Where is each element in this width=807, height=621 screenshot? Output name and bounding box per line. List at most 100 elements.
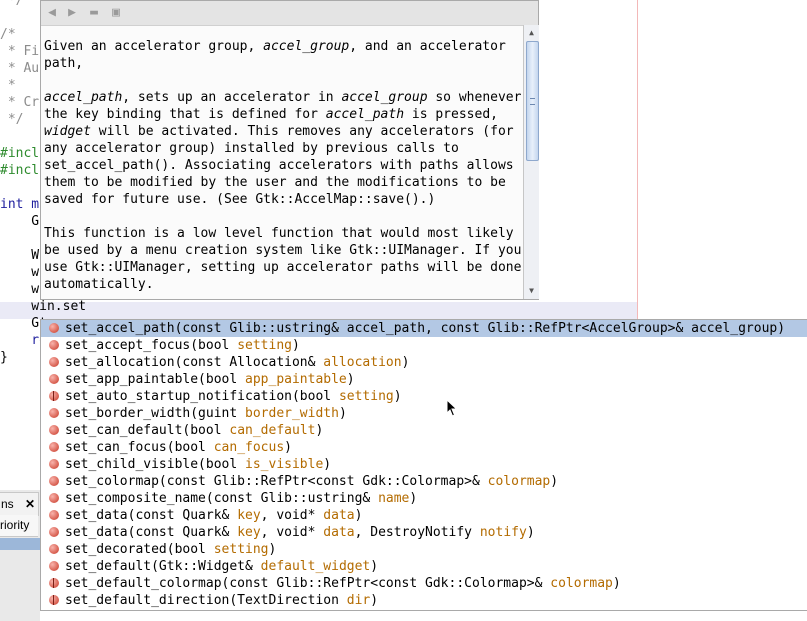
param-name: colormap [550, 576, 613, 591]
code-line: */ [0, 0, 24, 8]
method-icon [49, 357, 59, 367]
signature-text: set_default_colormap(const Glib::RefPtr<… [65, 576, 551, 591]
method-icon [49, 493, 59, 503]
param-name: is_visible [245, 457, 324, 472]
signature-text: ) [338, 406, 347, 421]
back-icon[interactable]: ◀ [44, 5, 60, 21]
method-icon [49, 374, 59, 384]
method-icon [49, 561, 59, 571]
copy-icon[interactable]: ▣ [108, 5, 124, 21]
completion-item[interactable]: set_default_colormap(const Glib::RefPtr<… [41, 575, 807, 592]
param-name: setting [213, 542, 269, 557]
completion-item[interactable]: set_colormap(const Glib::RefPtr<const Gd… [41, 473, 807, 490]
code-line: #incl [0, 146, 40, 161]
completion-item[interactable]: set_app_paintable(bool app_paintable) [41, 371, 807, 388]
method-icon [49, 442, 59, 452]
completion-signature: set_accept_focus(bool setting) [65, 337, 300, 354]
signature-text: ) [393, 389, 402, 404]
completion-item[interactable]: set_composite_name(const Glib::ustring& … [41, 490, 807, 507]
signature-text: set_default(Gtk::Widget& [65, 559, 261, 574]
signature-text: ) [323, 457, 332, 472]
forward-icon[interactable]: ▶ [64, 5, 80, 21]
code-line: } [0, 350, 8, 365]
completion-signature: set_app_paintable(bool app_paintable) [65, 371, 355, 388]
signature-text: set_allocation(const Allocation& [65, 355, 324, 370]
scroll-up-icon[interactable]: ▲ [524, 26, 539, 40]
completion-list[interactable]: set_accel_path(const Glib::ustring& acce… [40, 319, 807, 611]
code-line: */ [0, 112, 24, 127]
completion-signature: set_data(const Quark& key, void* data, D… [65, 524, 535, 541]
doc-toolbar: ◀ ▶ ▬ ▣ [41, 1, 538, 26]
completion-item[interactable]: set_border_width(guint border_width) [41, 405, 807, 422]
signature-text: ) [550, 474, 559, 489]
completion-signature: set_can_default(bool can_default) [65, 422, 323, 439]
doc-scrollbar[interactable]: ▲ ▼ [523, 25, 539, 299]
scroll-down-icon[interactable]: ▼ [524, 284, 539, 298]
signature-text: set_composite_name(const Glib::ustring& [65, 491, 379, 506]
column-header-priority[interactable]: riority [0, 515, 38, 537]
completion-item[interactable]: set_accept_focus(bool setting) [41, 337, 807, 354]
param-name: name [378, 491, 410, 506]
signature-text: ) [268, 542, 277, 557]
param-name: notify [479, 525, 527, 540]
signature-text: ) [409, 491, 418, 506]
signature-text: set_data(const Quark& [65, 525, 238, 540]
signature-text: , void* [260, 525, 324, 540]
signature-text: set_can_focus(bool [65, 440, 214, 455]
scroll-thumb[interactable] [526, 41, 539, 161]
grip-icon [530, 98, 535, 105]
param-name: allocation [323, 355, 402, 370]
panel-tab[interactable]: ns ✕ [0, 492, 39, 516]
param-name: can_focus [213, 440, 285, 455]
code-line: * Fi [0, 44, 40, 59]
signature-text: set_data(const Quark& [65, 508, 238, 523]
param-name: key [237, 508, 261, 523]
method-icon [49, 476, 59, 486]
param-name: default_widget [260, 559, 371, 574]
param-name: colormap [487, 474, 551, 489]
completion-signature: set_can_focus(bool can_focus) [65, 439, 292, 456]
completion-item[interactable]: set_decorated(bool setting) [41, 541, 807, 558]
close-icon[interactable]: ✕ [24, 493, 35, 515]
signature-text: set_auto_startup_notification(bool [65, 389, 339, 404]
signature-text: ) [315, 423, 324, 438]
completion-signature: set_border_width(guint border_width) [65, 405, 347, 422]
right-margin-line [637, 0, 638, 320]
completion-item[interactable]: set_accel_path(const Glib::ustring& acce… [41, 320, 807, 337]
signature-text: , void* [260, 508, 324, 523]
signature-text: ) [401, 355, 410, 370]
doc-paragraph-2: accel_path, sets up an accelerator in ac… [44, 90, 522, 207]
completion-item[interactable]: set_data(const Quark& key, void* data, D… [41, 524, 807, 541]
completion-signature: set_default_colormap(const Glib::RefPtr<… [65, 575, 621, 592]
completion-signature: set_data(const Quark& key, void* data) [65, 507, 362, 524]
method-icon [49, 340, 59, 350]
open-icon[interactable]: ▬ [86, 5, 102, 21]
method-icon [49, 323, 59, 333]
signature-text: ) [291, 338, 300, 353]
completion-item[interactable]: set_default_direction(TextDirection dir) [41, 592, 807, 609]
completion-item[interactable]: set_auto_startup_notification(bool setti… [41, 388, 807, 405]
param-name: data [323, 525, 355, 540]
completion-item[interactable]: set_default(Gtk::Widget& default_widget) [41, 558, 807, 575]
signature-text: set_can_default(bool [65, 423, 230, 438]
param-name: border_width [245, 406, 339, 421]
method-icon [49, 527, 59, 537]
code-line: /* [0, 27, 16, 42]
completion-item[interactable]: set_allocation(const Allocation& allocat… [41, 354, 807, 371]
doc-text: Given an accelerator group, accel_group,… [44, 38, 522, 310]
completion-item[interactable]: set_child_visible(bool is_visible) [41, 456, 807, 473]
signature-text: ) [370, 559, 379, 574]
completion-item[interactable]: set_can_focus(bool can_focus) [41, 439, 807, 456]
method-icon [49, 595, 59, 605]
signature-text: set_decorated(bool [65, 542, 214, 557]
completion-signature: set_accel_path(const Glib::ustring& acce… [65, 320, 785, 337]
signature-text: ) [346, 372, 355, 387]
selected-row[interactable] [0, 538, 40, 550]
completion-item[interactable]: set_data(const Quark& key, void* data) [41, 507, 807, 524]
completion-item[interactable]: set_can_default(bool can_default) [41, 422, 807, 439]
doc-paragraph-1: Given an accelerator group, accel_group,… [44, 39, 506, 71]
method-icon [49, 391, 59, 401]
completion-signature: set_decorated(bool setting) [65, 541, 276, 558]
signature-text: ) [284, 440, 292, 455]
method-icon [49, 510, 59, 520]
